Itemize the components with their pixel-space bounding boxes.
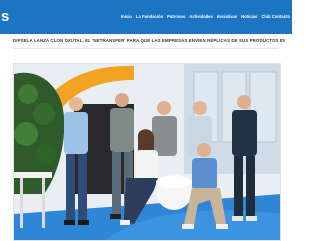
top-navigation-bar: s Inicio La Fundación Patronos Actividad… xyxy=(0,0,292,34)
site-logo[interactable]: s xyxy=(1,9,9,24)
article-photo xyxy=(13,63,281,241)
main-nav: Inicio La Fundación Patronos Actividades… xyxy=(121,14,290,20)
nav-item-la-fundacion[interactable]: La Fundación xyxy=(136,14,163,20)
nav-item-patronos[interactable]: Patronos xyxy=(167,14,185,20)
nav-item-noticias[interactable]: Noticias xyxy=(241,14,257,20)
nav-item-club-contacto[interactable]: Club Contacto xyxy=(261,14,290,20)
nav-item-inicio[interactable]: Inicio xyxy=(121,14,132,20)
divider xyxy=(13,48,279,49)
nav-item-actividades[interactable]: Actividades xyxy=(189,14,213,20)
nav-item-iniciativas[interactable]: Iniciativas xyxy=(217,14,237,20)
article-headline: DIPSELA LANZA CLON DIGITAL, EL 'NETRANSF… xyxy=(13,38,285,43)
